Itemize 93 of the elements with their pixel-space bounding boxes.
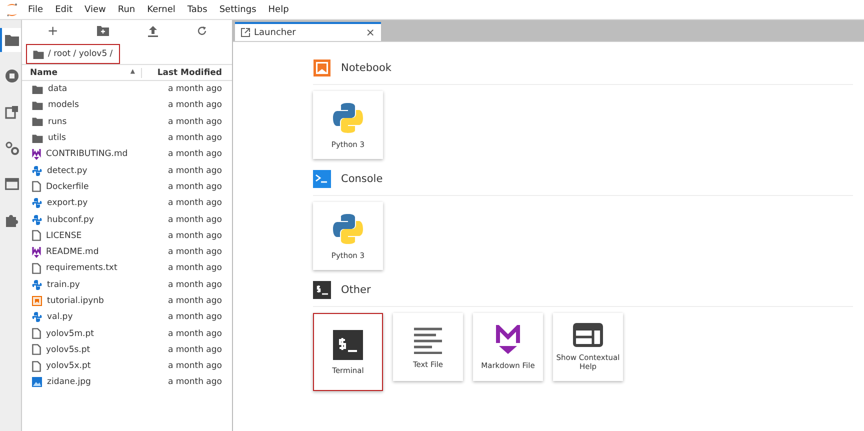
menu-item[interactable]: File — [28, 4, 44, 14]
file-name[interactable]: Dockerfile — [46, 182, 142, 192]
file-name[interactable]: data — [48, 84, 142, 94]
refresh-icon — [196, 26, 207, 36]
modified-time: a month ago — [166, 230, 223, 241]
menu-item[interactable]: Tabs — [187, 4, 208, 14]
notebook-icon — [313, 59, 331, 77]
close-button[interactable]: × — [366, 26, 375, 39]
launcher-tab[interactable]: Launcher × — [235, 22, 381, 41]
menu-item[interactable]: Settings — [219, 4, 256, 14]
file-icon — [32, 262, 41, 274]
modified-time: a month ago — [166, 116, 223, 127]
folder-icon — [32, 100, 43, 110]
python-logo-icon — [332, 212, 364, 244]
modified-time: a month ago — [166, 133, 223, 144]
markdown-icon — [496, 324, 520, 354]
menu-item[interactable]: Help — [268, 4, 289, 14]
menu-item[interactable]: Kernel — [147, 4, 176, 14]
modified-time: a month ago — [166, 100, 223, 110]
modified-time: a month ago — [166, 296, 223, 306]
section-title: Other — [341, 284, 371, 296]
file-name[interactable]: utils — [48, 133, 142, 144]
modified-time: a month ago — [166, 344, 223, 355]
terminal-icon — [313, 281, 331, 299]
folder-icon — [33, 50, 44, 58]
stop-circle-icon — [4, 69, 18, 83]
file-icon — [32, 344, 41, 356]
logo-icon — [6, 2, 18, 16]
file-name[interactable]: requirements.txt — [46, 263, 142, 274]
puzzle-icon — [4, 213, 18, 227]
modified-time: a month ago — [166, 361, 223, 372]
new-button[interactable]: + — [41, 23, 64, 39]
modified-time: a month ago — [166, 312, 223, 322]
menu-item[interactable]: Run — [118, 4, 136, 14]
activity-tab[interactable] — [0, 28, 21, 52]
file-icon — [32, 360, 41, 372]
file-name[interactable]: yolov5m.pt — [46, 328, 142, 339]
file-name[interactable]: runs — [48, 116, 142, 127]
terminal-icon — [333, 330, 363, 360]
file-icon — [32, 328, 41, 340]
file-name[interactable]: export.py — [47, 198, 142, 208]
modified-time: a month ago — [166, 84, 223, 94]
file-name[interactable]: LICENSE — [46, 230, 142, 241]
python-icon — [32, 198, 42, 208]
panel-layout-icon — [573, 323, 603, 347]
file-name[interactable]: zidane.jpg — [47, 377, 142, 388]
file-icon — [32, 181, 41, 192]
python-icon — [32, 312, 42, 322]
file-icon — [32, 230, 41, 242]
modified-time: a month ago — [166, 149, 223, 160]
modified-time: a month ago — [166, 328, 223, 339]
new-folder-icon — [97, 26, 110, 36]
file-name[interactable]: models — [48, 100, 142, 110]
modified-column-header[interactable]: Last Modified — [142, 68, 232, 78]
section-title: Console — [341, 173, 383, 185]
folder-icon — [32, 134, 43, 143]
modified-time: a month ago — [166, 182, 223, 192]
text-lines-icon — [414, 326, 442, 354]
file-name[interactable]: tutorial.ipynb — [47, 296, 142, 306]
modified-time: a month ago — [166, 377, 223, 388]
file-name[interactable]: detect.py — [47, 166, 142, 176]
window-icon — [4, 178, 18, 190]
path-text[interactable]: / root / yolov5 / — [48, 49, 113, 59]
modified-time: a month ago — [166, 214, 223, 225]
python-logo-icon — [332, 102, 364, 134]
file-name[interactable]: val.py — [47, 312, 142, 322]
modified-time: a month ago — [166, 263, 223, 274]
folder-icon — [32, 84, 43, 94]
file-name[interactable]: hubconf.py — [47, 214, 142, 225]
modified-time: a month ago — [166, 198, 223, 208]
markdown-icon — [32, 246, 41, 258]
markdown-icon — [32, 148, 41, 160]
image-icon — [32, 377, 42, 388]
section-title: Notebook — [341, 62, 392, 74]
menu-item[interactable]: View — [84, 4, 106, 14]
menu-item[interactable]: Edit — [55, 4, 72, 14]
file-name[interactable]: yolov5s.pt — [46, 344, 142, 355]
folder-icon — [32, 117, 43, 126]
python-icon — [32, 214, 42, 225]
python-icon — [32, 280, 42, 290]
modified-time: a month ago — [166, 166, 223, 176]
python-icon — [32, 166, 42, 176]
file-name[interactable]: README.md — [46, 247, 142, 258]
file-name[interactable]: yolov5x.pt — [46, 361, 142, 372]
notebook-icon — [32, 296, 42, 306]
console-icon — [313, 170, 331, 188]
file-name[interactable]: train.py — [47, 280, 142, 290]
launch-icon — [241, 28, 250, 37]
modified-time: a month ago — [166, 280, 223, 290]
upload-icon — [148, 26, 158, 36]
folder-icon — [4, 34, 18, 46]
modified-time: a month ago — [166, 247, 223, 258]
file-name[interactable]: CONTRIBUTING.md — [46, 149, 142, 160]
